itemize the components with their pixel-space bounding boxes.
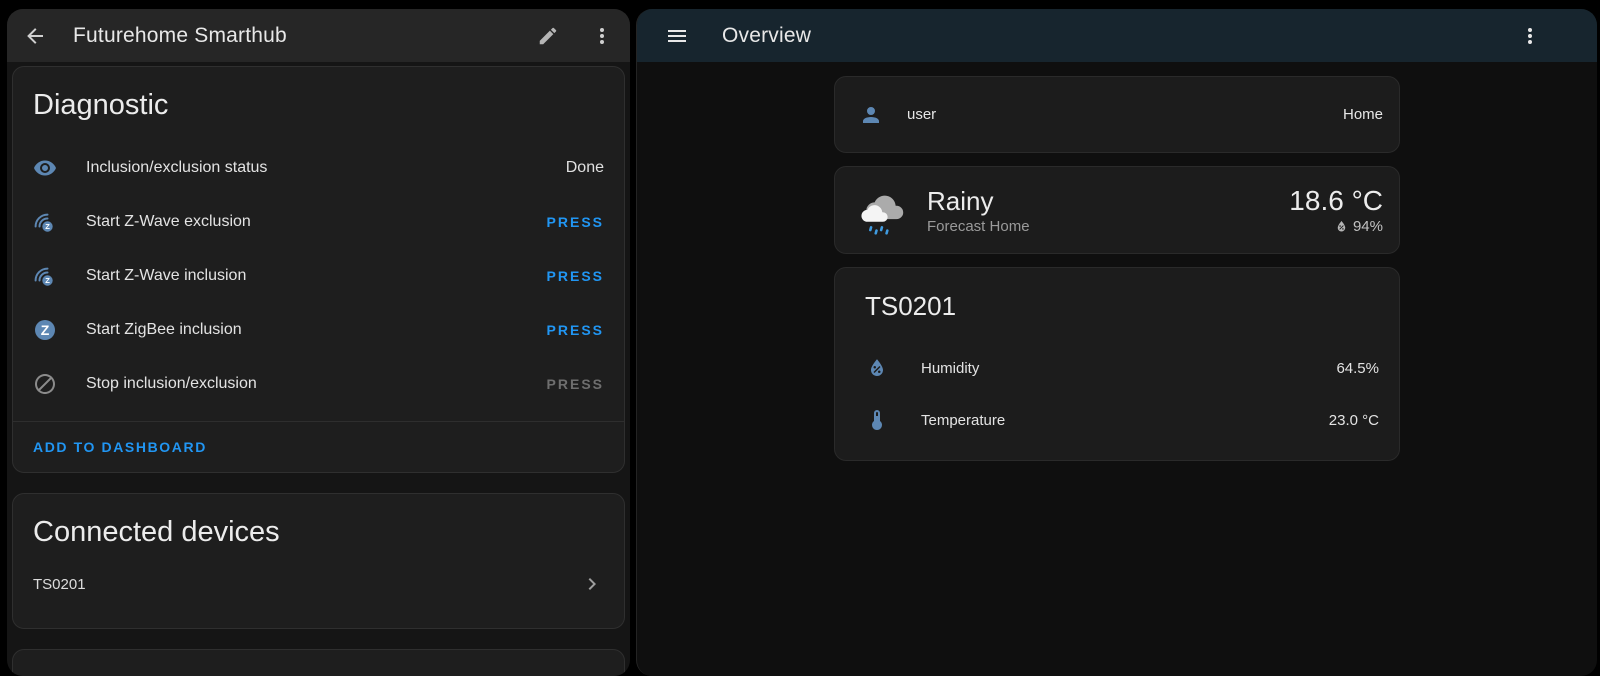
weather-condition: Rainy <box>927 186 1030 216</box>
press-button[interactable]: PRESS <box>547 268 604 284</box>
dashboard-window: Overview user Home <box>636 9 1597 676</box>
row-zwave-exclusion[interactable]: Z Start Z-Wave exclusion PRESS <box>33 195 604 249</box>
connected-devices-title: Connected devices <box>33 514 604 550</box>
row-label: Start Z-Wave inclusion <box>86 267 547 285</box>
press-button[interactable]: PRESS <box>547 322 604 338</box>
overflow-menu-button[interactable] <box>1518 24 1542 48</box>
automations-title: Automations <box>33 670 194 676</box>
right-app-bar: Overview <box>637 9 1597 62</box>
chevron-right-icon <box>580 572 604 596</box>
svg-text:Z: Z <box>45 276 50 285</box>
row-value: 23.0 °C <box>1329 412 1379 429</box>
hamburger-icon <box>665 24 689 48</box>
z-wave-icon: Z <box>33 210 57 234</box>
row-label: Stop inclusion/exclusion <box>86 375 547 393</box>
overflow-menu-button[interactable] <box>590 24 614 48</box>
row-zigbee-inclusion[interactable]: Z Start ZigBee inclusion PRESS <box>33 303 604 357</box>
row-label: Temperature <box>921 412 1329 429</box>
diagnostic-title: Diagnostic <box>33 87 604 123</box>
dashboard-scroll-area[interactable]: user Home <box>637 62 1597 676</box>
user-name: user <box>907 106 936 123</box>
row-value: Done <box>566 159 604 177</box>
row-label: Start ZigBee inclusion <box>86 321 547 339</box>
dashboard-title: Overview <box>722 24 811 48</box>
automations-card: Automations <box>12 649 625 676</box>
z-wave-icon: Z <box>33 264 57 288</box>
account-icon <box>851 103 891 127</box>
humidity-row[interactable]: Humidity 64.5% <box>851 342 1383 394</box>
water-percent-icon <box>1334 219 1349 234</box>
zigbee-icon: Z <box>33 318 57 342</box>
row-value: 64.5% <box>1336 360 1379 377</box>
svg-text:Z: Z <box>41 322 50 338</box>
device-card: TS0201 Humidity 64.5% Temperature <box>834 267 1400 461</box>
weather-temperature: 18.6 °C <box>1289 186 1383 216</box>
connected-devices-card: Connected devices TS0201 <box>12 493 625 629</box>
pencil-icon <box>537 25 559 47</box>
connected-device-row[interactable]: TS0201 <box>33 560 604 608</box>
press-button-disabled: PRESS <box>547 376 604 392</box>
diagnostic-rows: Inclusion/exclusion status Done Z Start … <box>33 141 604 411</box>
press-button[interactable]: PRESS <box>547 214 604 230</box>
device-settings-window: Futurehome Smarthub Diagnostic Inclusion… <box>7 9 630 676</box>
row-label: Start Z-Wave exclusion <box>86 213 547 231</box>
row-inclusion-status[interactable]: Inclusion/exclusion status Done <box>33 141 604 195</box>
row-stop-inclusion[interactable]: Stop inclusion/exclusion PRESS <box>33 357 604 411</box>
cancel-icon <box>33 372 57 396</box>
back-button[interactable] <box>23 24 47 48</box>
device-card-title: TS0201 <box>865 290 1383 322</box>
svg-text:Z: Z <box>45 222 50 231</box>
left-app-bar: Futurehome Smarthub <box>7 9 630 62</box>
user-state: Home <box>1343 106 1383 123</box>
dots-vertical-icon <box>590 24 614 48</box>
dots-vertical-icon <box>1518 24 1542 48</box>
diagnostic-card: Diagnostic Inclusion/exclusion status Do… <box>12 66 625 473</box>
temperature-row[interactable]: Temperature 23.0 °C <box>851 394 1383 446</box>
page-title: Futurehome Smarthub <box>73 24 287 48</box>
arrow-left-icon <box>23 24 47 48</box>
eye-icon <box>33 156 57 180</box>
weather-card[interactable]: Rainy Forecast Home 18.6 °C 94% <box>834 166 1400 254</box>
add-to-dashboard-button[interactable]: ADD TO DASHBOARD <box>33 439 207 455</box>
diagnostic-footer: ADD TO DASHBOARD <box>33 422 604 472</box>
humidity-icon <box>865 356 889 380</box>
row-zwave-inclusion[interactable]: Z Start Z-Wave inclusion PRESS <box>33 249 604 303</box>
left-scroll-area[interactable]: Diagnostic Inclusion/exclusion status Do… <box>7 62 630 676</box>
user-card[interactable]: user Home <box>834 76 1400 153</box>
weather-rainy-icon <box>857 184 909 236</box>
edit-button[interactable] <box>536 24 560 48</box>
weather-subtitle: Forecast Home <box>927 218 1030 235</box>
thermometer-icon <box>865 408 889 432</box>
menu-button[interactable] <box>665 24 689 48</box>
weather-humidity: 94% <box>1353 218 1383 235</box>
device-name: TS0201 <box>33 576 580 593</box>
row-label: Inclusion/exclusion status <box>86 159 566 177</box>
row-label: Humidity <box>921 360 1336 377</box>
